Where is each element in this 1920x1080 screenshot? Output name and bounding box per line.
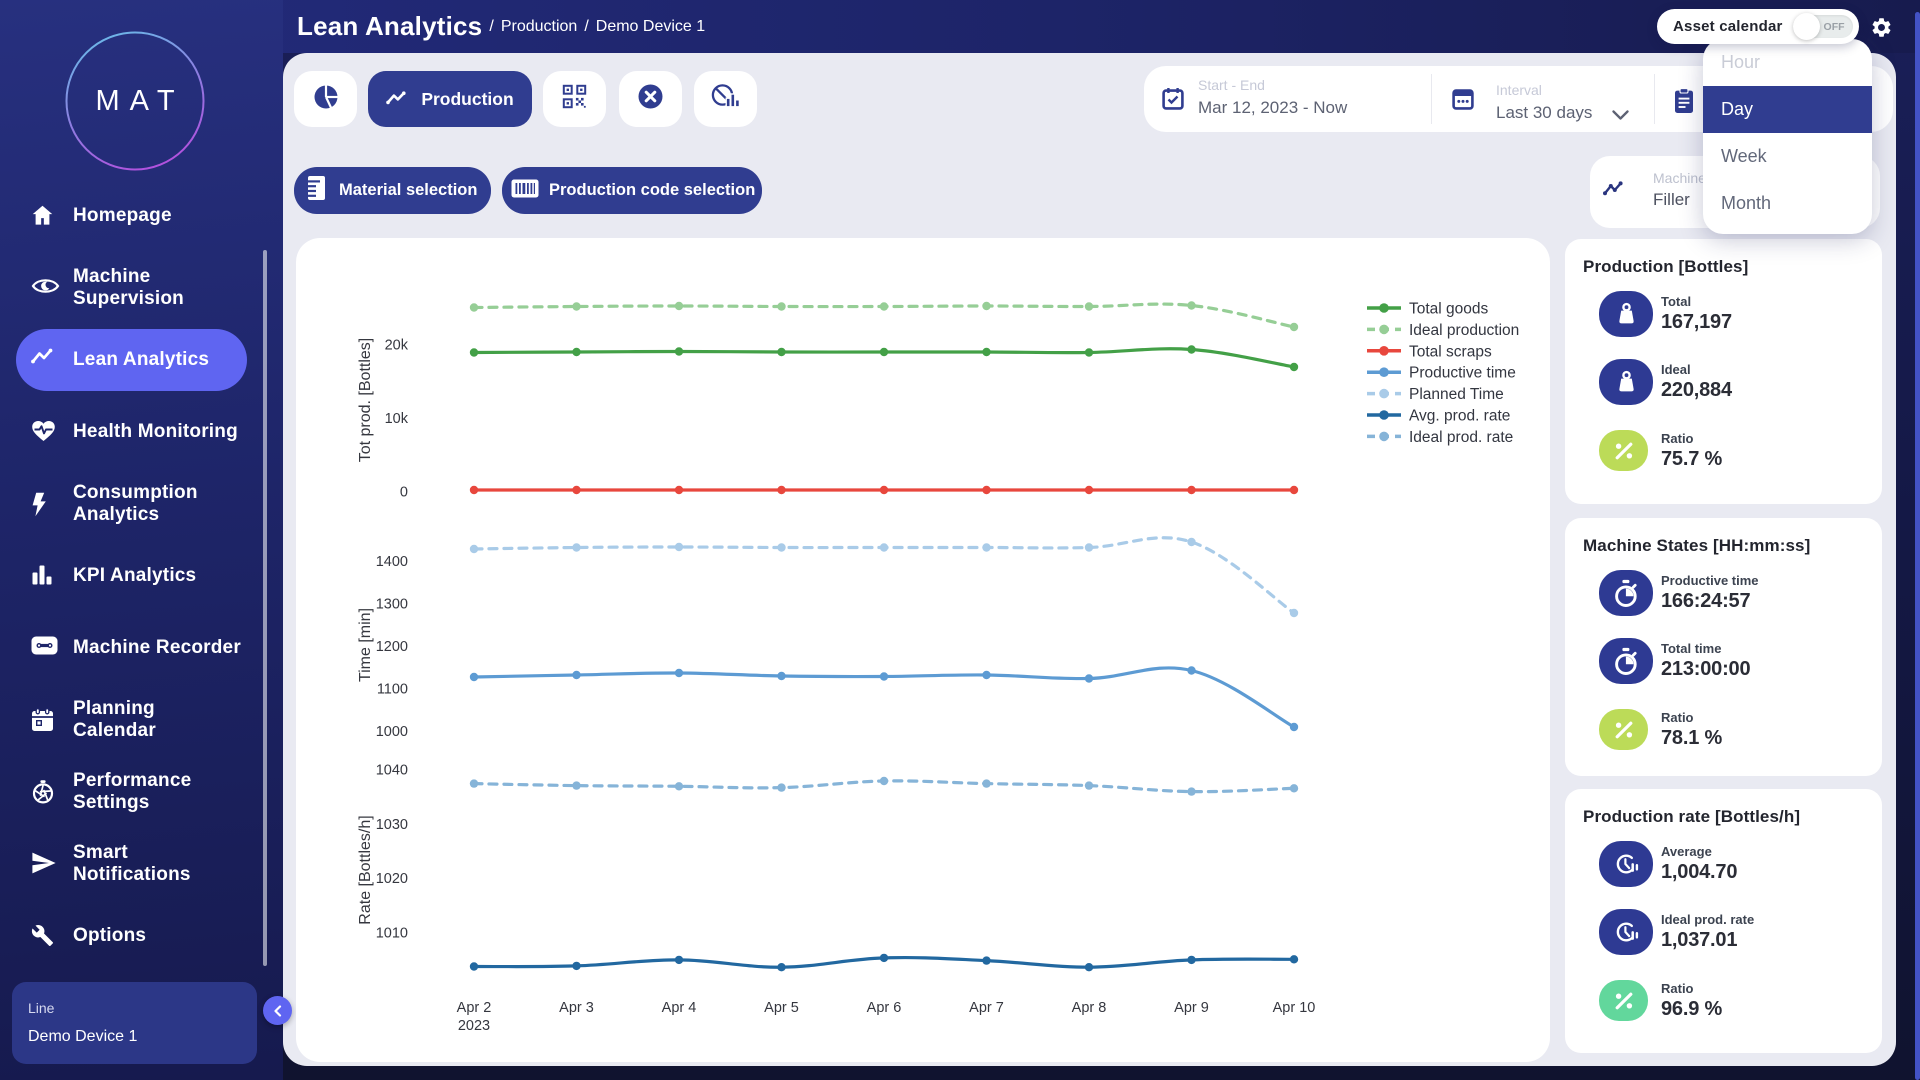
svg-text:Apr 10: Apr 10 <box>1273 1000 1316 1016</box>
svg-text:Tot prod. [Bottles]: Tot prod. [Bottles] <box>357 338 374 463</box>
svg-text:Apr 2: Apr 2 <box>457 1000 492 1016</box>
svg-text:1000: 1000 <box>376 724 408 740</box>
svg-text:Productive time: Productive time <box>1409 365 1516 382</box>
svg-text:Ideal production: Ideal production <box>1409 322 1519 339</box>
svg-text:1040: 1040 <box>376 763 408 779</box>
svg-text:1200: 1200 <box>376 639 408 655</box>
svg-text:Apr 9: Apr 9 <box>1174 1000 1209 1016</box>
svg-text:1100: 1100 <box>377 682 408 698</box>
svg-text:20k: 20k <box>385 338 409 354</box>
svg-text:Apr 6: Apr 6 <box>867 1000 902 1016</box>
svg-text:Rate [Bottles/h]: Rate [Bottles/h] <box>357 815 374 924</box>
svg-text:Apr 5: Apr 5 <box>764 1000 799 1016</box>
svg-text:Total scraps: Total scraps <box>1409 343 1492 360</box>
svg-text:Apr 7: Apr 7 <box>969 1000 1004 1016</box>
svg-text:1020: 1020 <box>376 871 408 887</box>
svg-text:Planned Time: Planned Time <box>1409 386 1504 403</box>
svg-text:Avg. prod. rate: Avg. prod. rate <box>1409 408 1510 425</box>
svg-text:10k: 10k <box>385 411 409 427</box>
svg-text:1030: 1030 <box>376 817 408 833</box>
svg-text:Apr 3: Apr 3 <box>559 1000 594 1016</box>
svg-text:1400: 1400 <box>376 554 408 570</box>
svg-text:Apr 8: Apr 8 <box>1072 1000 1107 1016</box>
svg-text:Apr 4: Apr 4 <box>662 1000 697 1016</box>
svg-text:2023: 2023 <box>458 1018 490 1034</box>
svg-text:Ideal prod. rate: Ideal prod. rate <box>1409 429 1513 446</box>
svg-text:Total goods: Total goods <box>1409 301 1489 318</box>
svg-text:1300: 1300 <box>376 597 408 613</box>
svg-text:0: 0 <box>400 485 408 501</box>
svg-text:Time [min]: Time [min] <box>357 608 374 682</box>
svg-text:1010: 1010 <box>376 926 408 942</box>
